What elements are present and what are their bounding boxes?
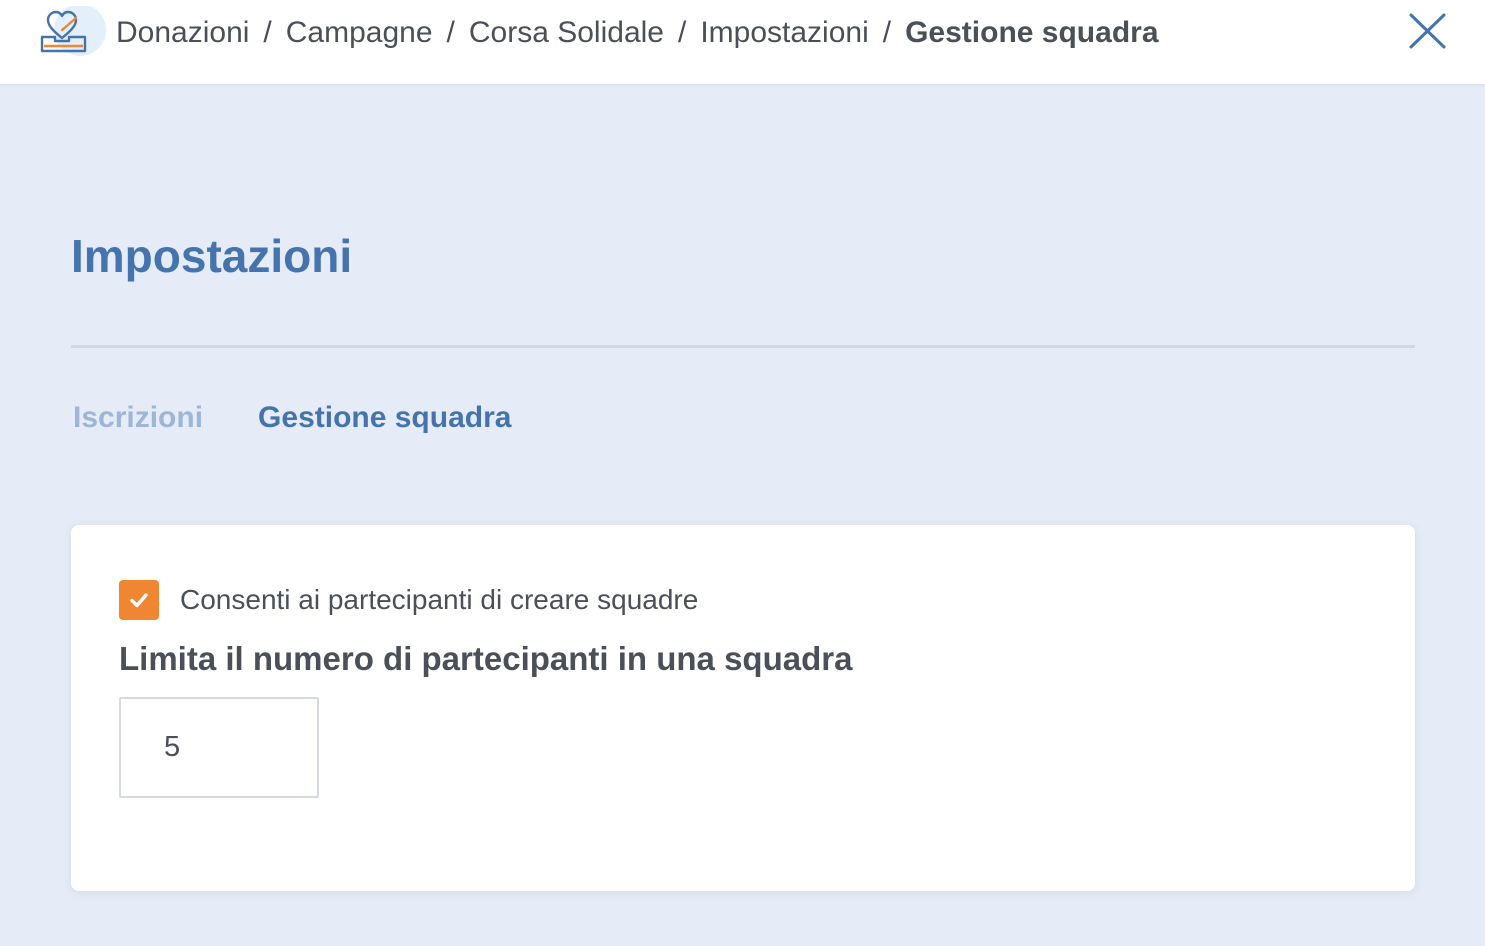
breadcrumb-separator: / [882,16,892,49]
page-title: Impostazioni [71,230,353,282]
allow-teams-option[interactable]: Consenti ai partecipanti di creare squad… [119,580,698,620]
breadcrumb-separator: / [446,16,455,49]
tab-gestione-squadra[interactable]: Gestione squadra [258,401,511,435]
team-size-limit-input[interactable] [119,697,319,798]
breadcrumb-corsa-solidale[interactable]: Corsa Solidale [469,16,664,50]
divider [71,345,1415,348]
breadcrumb-campagne[interactable]: Campagne [286,16,433,50]
breadcrumb: Donazioni / Campagne / Corsa Solidale / … [116,13,1159,53]
breadcrumb-separator: / [263,16,272,49]
tab-bar: Iscrizioni Gestione squadra [73,396,511,440]
team-settings-card: Consenti ai partecipanti di creare squad… [71,525,1415,891]
allow-teams-checkbox[interactable] [119,580,159,620]
allow-teams-label: Consenti ai partecipanti di creare squad… [180,584,699,615]
breadcrumb-separator: / [677,16,687,49]
top-bar: Donazioni / Campagne / Corsa Solidale / … [0,0,1485,84]
breadcrumb-donazioni[interactable]: Donazioni [116,16,249,50]
breadcrumb-current: Gestione squadra [905,16,1159,49]
donation-heart-box-icon[interactable] [38,4,108,58]
checkmark-icon [130,593,148,608]
breadcrumb-impostazioni[interactable]: Impostazioni [700,16,868,50]
tab-iscrizioni[interactable]: Iscrizioni [73,401,203,435]
team-limit-label: Limita il numero di partecipanti in una … [119,640,853,677]
close-icon[interactable] [1406,8,1450,52]
